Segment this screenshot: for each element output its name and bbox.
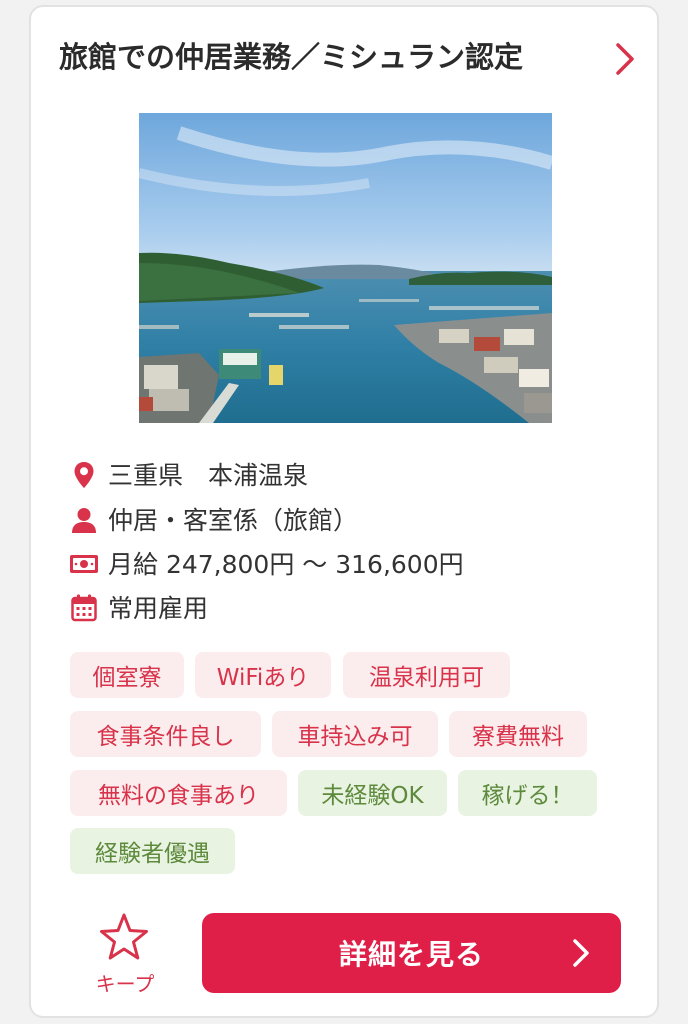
salary-text: 月給 247,800円 〜 316,600円	[108, 549, 464, 579]
tag-item: 未経験OK	[298, 770, 447, 816]
tag-item: 温泉利用可	[343, 652, 510, 698]
info-job-type: 仲居・客室係（旅館）	[69, 502, 358, 538]
chevron-right-icon[interactable]	[614, 41, 636, 77]
person-icon	[69, 505, 99, 535]
money-icon	[69, 549, 99, 579]
tag-item: 個室寮	[70, 652, 184, 698]
employment-text: 常用雇用	[108, 593, 209, 623]
tag-item: 稼げる！	[458, 770, 597, 816]
tag-item: 車持込み可	[272, 711, 438, 757]
location-text: 三重県 本浦温泉	[108, 460, 309, 490]
view-details-button[interactable]: 詳細を見る	[202, 913, 621, 993]
keep-label: キープ	[95, 972, 155, 996]
job-card: 旅館での仲居業務／ミシュラン認定 三重県 本浦温泉 仲居・客室係（旅館） 月給 …	[29, 5, 659, 1018]
tag-item: 無料の食事あり	[70, 770, 287, 816]
chevron-right-icon	[573, 939, 589, 967]
star-icon	[100, 913, 148, 960]
tag-item: WiFiあり	[195, 652, 331, 698]
tag-item: 食事条件良し	[70, 711, 261, 757]
calendar-icon	[69, 593, 99, 623]
info-salary: 月給 247,800円 〜 316,600円	[69, 546, 464, 582]
keep-button[interactable]: キープ	[89, 912, 161, 996]
job-photo[interactable]	[139, 113, 552, 423]
info-employment: 常用雇用	[69, 590, 208, 626]
location-pin-icon	[69, 460, 99, 490]
job-title[interactable]: 旅館での仲居業務／ミシュラン認定	[59, 43, 523, 72]
info-location: 三重県 本浦温泉	[69, 457, 308, 493]
view-details-label: 詳細を見る	[338, 938, 484, 971]
tag-item: 経験者優遇	[70, 828, 235, 874]
tag-item: 寮費無料	[449, 711, 587, 757]
job-type-text: 仲居・客室係（旅館）	[108, 505, 359, 535]
